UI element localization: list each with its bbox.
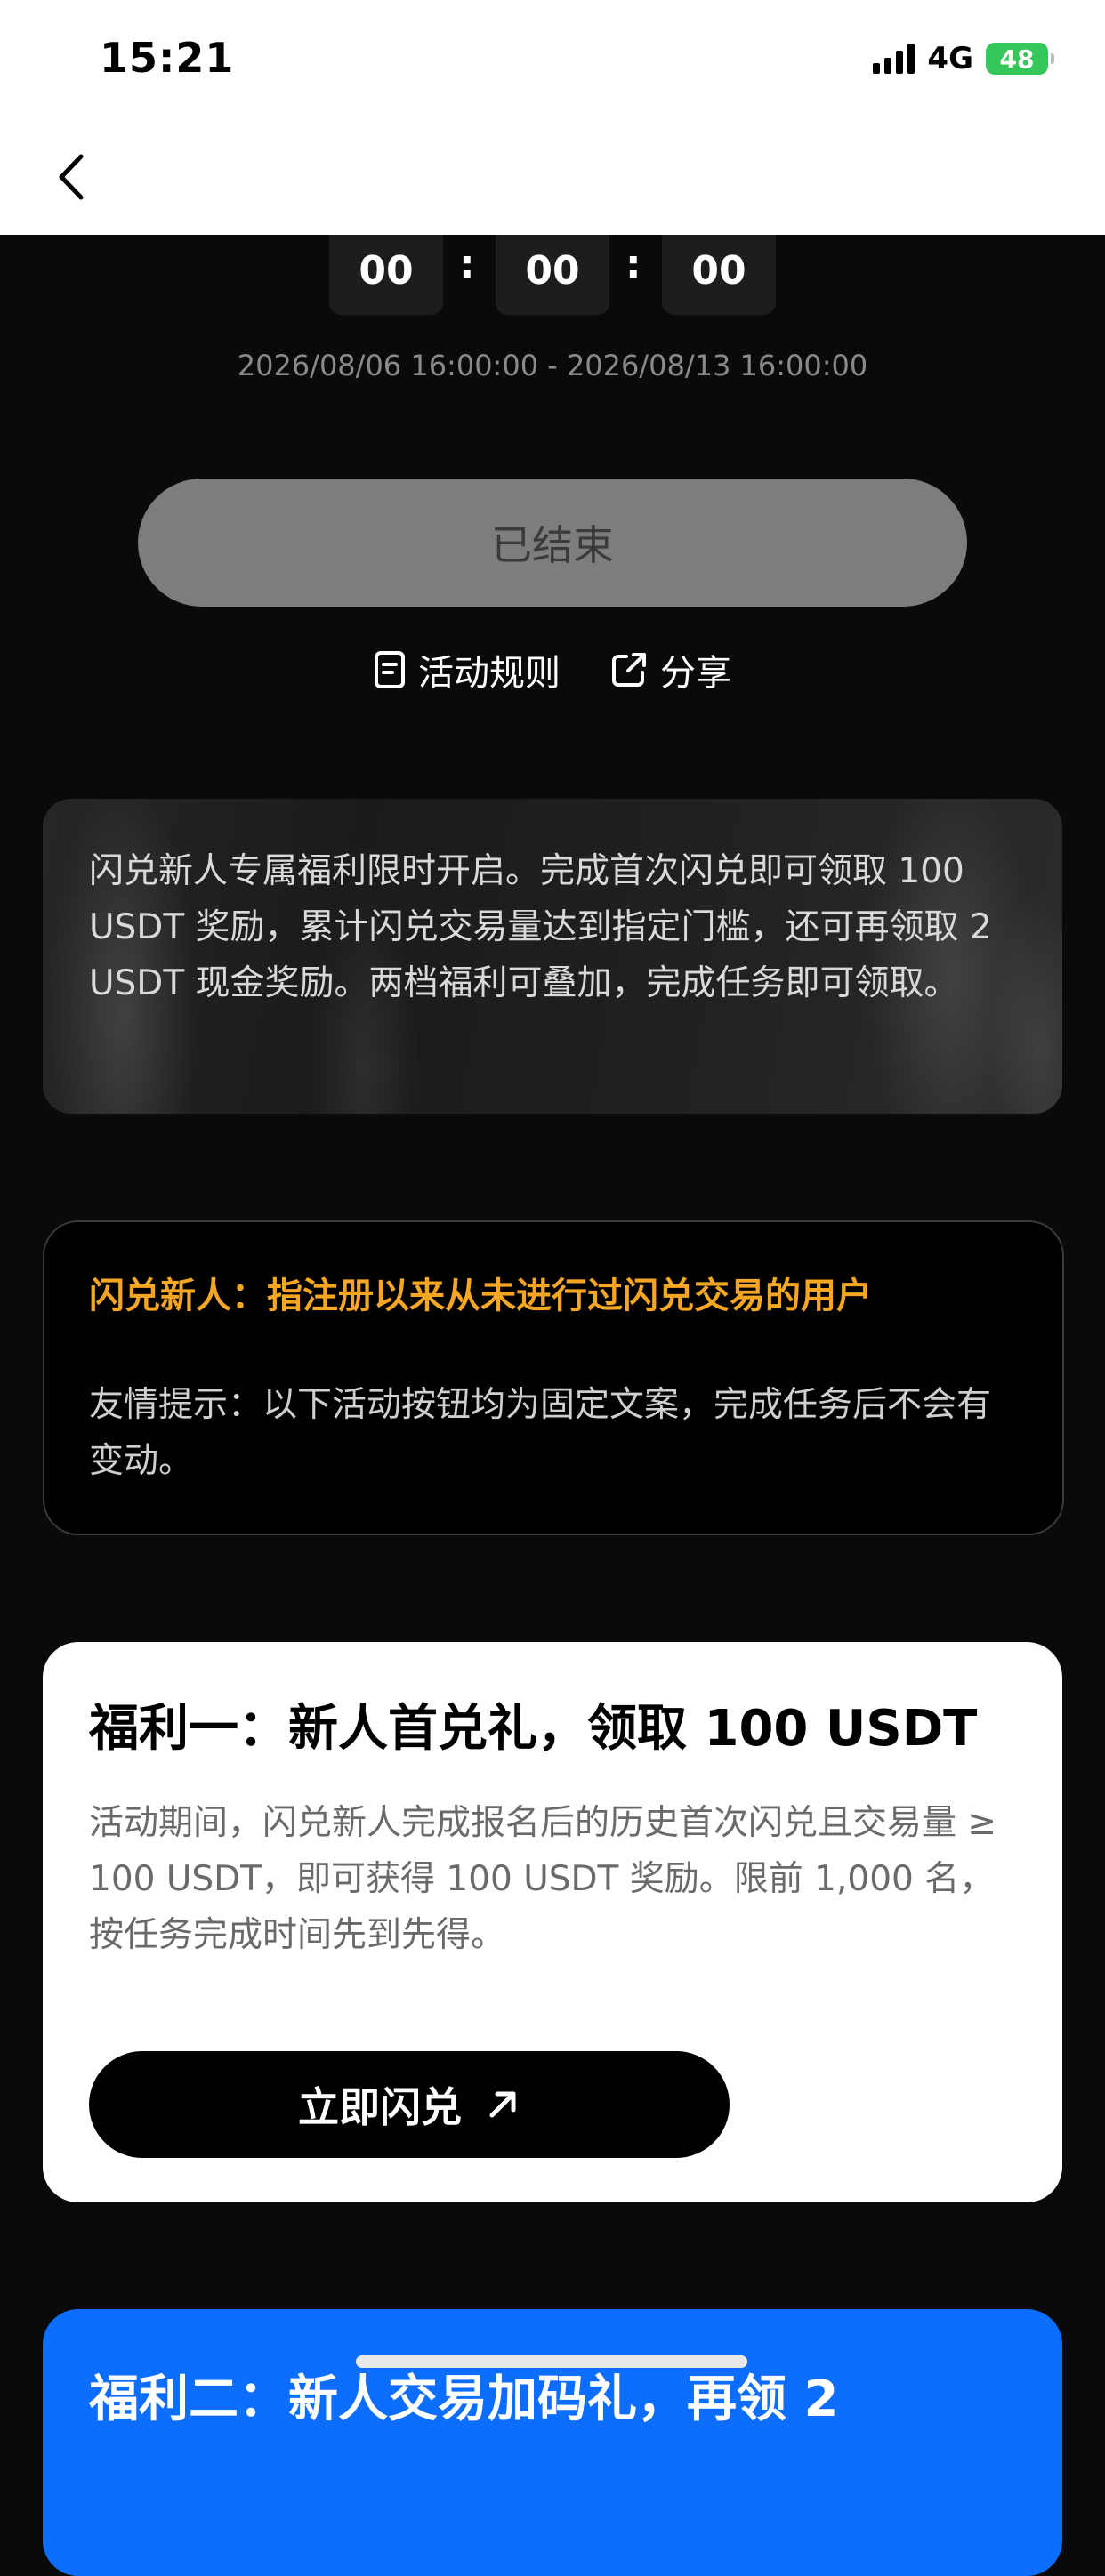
notice-card: 闪兑新人：指注册以来从未进行过闪兑交易的用户 友情提示：以下活动按钮均为固定文案… <box>43 1220 1064 1535</box>
arrow-up-right-icon <box>489 2091 516 2118</box>
share-label: 分享 <box>660 653 731 694</box>
rules-link[interactable]: 活动规则 <box>374 644 561 696</box>
notice-title: 闪兑新人：指注册以来从未进行过闪兑交易的用户 <box>89 1276 872 1316</box>
chevron-left-icon <box>59 154 84 200</box>
benefit-one-desc: 活动期间，闪兑新人完成报名后的历史首次闪兑且交易量 ≥ 100 USDT，即可获… <box>89 1803 997 1955</box>
countdown-hours: 00 <box>329 226 443 315</box>
intro-card: 闪兑新人专属福利限时开启。完成首次闪兑即可领取 100 USDT 奖励，累计闪兑… <box>43 799 1062 1114</box>
benefit-one-title: 福利一：新人首兑礼，领取 100 USDT <box>89 1700 978 1758</box>
top-bar: 15:21 4G 48 <box>0 0 1105 235</box>
activity-period: 2026/08/06 16:00:00 - 2026/08/13 16:00:0… <box>237 349 868 382</box>
countdown: 00 : 00 : 00 <box>0 226 1105 315</box>
status-indicators: 4G 48 <box>873 41 1054 76</box>
swap-now-label: 立即闪兑 <box>298 2083 462 2131</box>
status-time: 15:21 <box>100 34 235 82</box>
battery-icon: 48 <box>986 43 1054 75</box>
ended-button[interactable]: 已结束 <box>138 479 967 607</box>
share-icon <box>612 653 646 687</box>
benefit-two-title: 福利二：新人交易加码礼，再领 2 <box>89 2371 839 2428</box>
signal-icon <box>873 44 915 74</box>
home-indicator[interactable] <box>356 2355 747 2368</box>
countdown-seconds: 00 <box>662 226 776 315</box>
notice-tip: 友情提示：以下活动按钮均为固定文案，完成任务后不会有变动。 <box>89 1385 992 1481</box>
countdown-minutes: 00 <box>496 226 609 315</box>
back-button[interactable] <box>48 146 93 208</box>
action-links: 活动规则 分享 <box>0 644 1105 696</box>
rules-label: 活动规则 <box>418 653 561 694</box>
share-link[interactable]: 分享 <box>610 644 731 696</box>
benefit-two-card: 福利二：新人交易加码礼，再领 2 <box>43 2309 1062 2576</box>
document-icon <box>375 651 405 688</box>
network-label: 4G <box>927 41 973 76</box>
intro-text: 闪兑新人专属福利限时开启。完成首次闪兑即可领取 100 USDT 奖励，累计闪兑… <box>89 851 992 1003</box>
benefit-one-card: 福利一：新人首兑礼，领取 100 USDT 活动期间，闪兑新人完成报名后的历史首… <box>43 1642 1062 2202</box>
swap-now-button[interactable]: 立即闪兑 <box>89 2051 730 2158</box>
countdown-separator: : <box>459 242 475 287</box>
countdown-separator: : <box>625 242 641 287</box>
